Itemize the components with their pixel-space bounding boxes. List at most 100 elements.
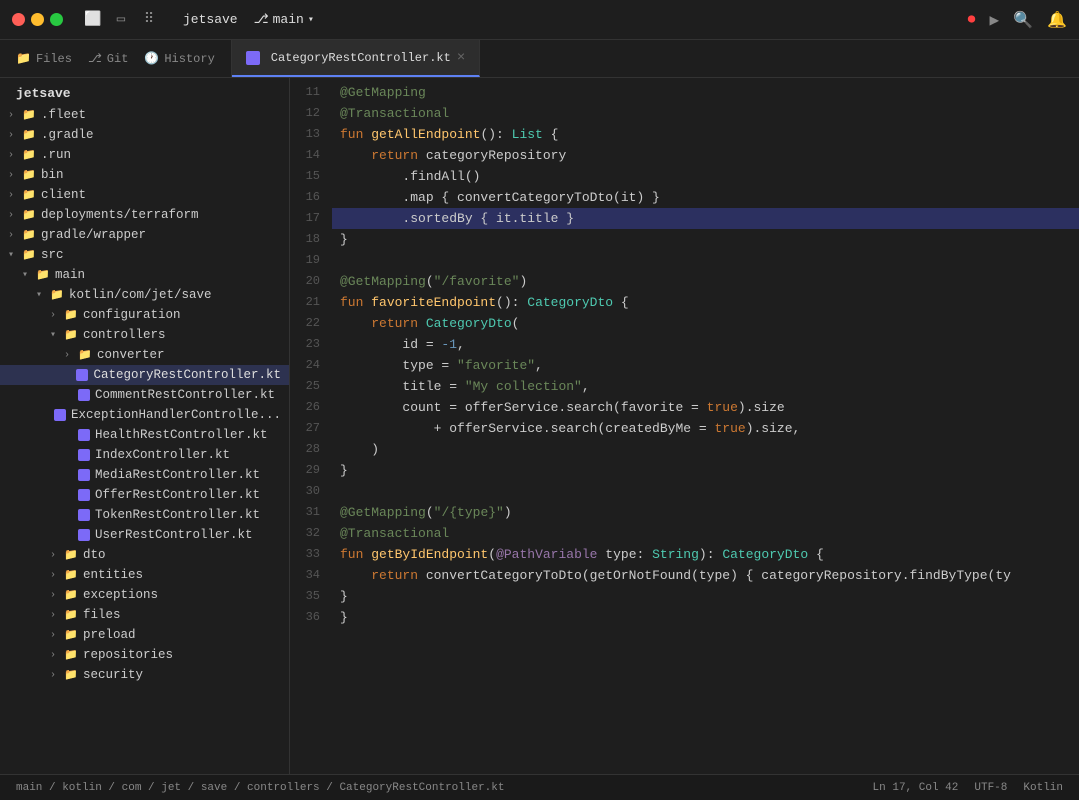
tree-item-dto[interactable]: ›📁dto: [0, 545, 289, 565]
tree-item-IndexController[interactable]: IndexController.kt: [0, 445, 289, 465]
folder-arrow: ›: [50, 630, 64, 641]
git-tab[interactable]: ⎇ Git: [88, 47, 128, 70]
git-icon: ⎇: [88, 51, 102, 66]
tree-item-run[interactable]: ›📁.run: [0, 145, 289, 165]
line-number-21: 21: [298, 292, 320, 313]
file-tabs: CategoryRestController.kt ×: [232, 40, 480, 77]
tree-item-ExceptionHandlerController[interactable]: ExceptionHandlerControlle...: [0, 405, 289, 425]
folder-icon: 📁: [78, 348, 92, 362]
tree-item-files[interactable]: ›📁files: [0, 605, 289, 625]
language: Kotlin: [1023, 782, 1063, 794]
tree-item-TokenRestController[interactable]: TokenRestController.kt: [0, 505, 289, 525]
tree-item-label: preload: [83, 628, 136, 642]
code-line-16: .map { convertCategoryToDto(it) }: [332, 187, 1079, 208]
line-number-31: 31: [298, 502, 320, 523]
bell-icon[interactable]: 🔔: [1047, 10, 1067, 30]
tree-item-client[interactable]: ›📁client: [0, 185, 289, 205]
tree-item-OfferRestController[interactable]: OfferRestController.kt: [0, 485, 289, 505]
tree-item-preload[interactable]: ›📁preload: [0, 625, 289, 645]
kt-icon: [78, 529, 90, 541]
grid-icon[interactable]: ⠿: [139, 10, 159, 30]
token: (: [488, 547, 496, 562]
tree-item-CategoryRestController[interactable]: CategoryRestController.kt: [0, 365, 289, 385]
folder-icon: 📁: [64, 568, 78, 582]
tree-item-UserRestController[interactable]: UserRestController.kt: [0, 525, 289, 545]
token: count = offerService.search(favorite =: [340, 400, 707, 415]
token: {: [808, 547, 824, 562]
tree-item-converter[interactable]: ›📁converter: [0, 345, 289, 365]
token: categoryRepository: [426, 148, 566, 163]
kt-icon: [78, 389, 90, 401]
folder-icon: 📁: [64, 608, 78, 622]
code-line-14: return categoryRepository: [332, 145, 1079, 166]
tree-item-bin[interactable]: ›📁bin: [0, 165, 289, 185]
folder-icon: 📁: [50, 288, 64, 302]
history-tab[interactable]: 🕐 History: [144, 47, 214, 70]
files-tab[interactable]: 📁 Files: [16, 47, 72, 70]
tree-item-main[interactable]: ▾📁main: [0, 265, 289, 285]
code-line-19: [332, 250, 1079, 271]
tree-item-fleet[interactable]: ›📁.fleet: [0, 105, 289, 125]
record-icon[interactable]: ⏺: [968, 11, 976, 29]
tree-item-label: CategoryRestController.kt: [93, 368, 281, 382]
window-controls: ⬜ ▭ ⠿: [83, 10, 159, 30]
token: ,: [457, 337, 465, 352]
minimize-button[interactable]: [31, 13, 44, 26]
token: id =: [340, 337, 441, 352]
close-button[interactable]: [12, 13, 25, 26]
code-line-24: type = "favorite",: [332, 355, 1079, 376]
tree-item-HealthRestController[interactable]: HealthRestController.kt: [0, 425, 289, 445]
tree-item-gradle[interactable]: ›📁.gradle: [0, 125, 289, 145]
tree-item-label: IndexController.kt: [95, 448, 230, 462]
code-content[interactable]: @GetMapping@Transactionalfun getAllEndpo…: [332, 78, 1079, 774]
folder-arrow: ›: [64, 350, 78, 361]
tree-item-deployments[interactable]: ›📁deployments/terraform: [0, 205, 289, 225]
tree-item-gradlew[interactable]: ›📁gradle/wrapper: [0, 225, 289, 245]
code-line-22: return CategoryDto(: [332, 313, 1079, 334]
folder-icon: 📁: [22, 148, 36, 162]
token: CategoryDto: [527, 295, 613, 310]
tree-item-configuration[interactable]: ›📁configuration: [0, 305, 289, 325]
folder-arrow: ▾: [22, 269, 36, 281]
tree-item-MediaRestController[interactable]: MediaRestController.kt: [0, 465, 289, 485]
kt-icon: [54, 409, 66, 421]
folder-icon: 📁: [64, 308, 78, 322]
layout-icon[interactable]: ▭: [111, 10, 131, 30]
branch-selector[interactable]: ⎇ main ▾: [254, 12, 314, 27]
close-tab-icon[interactable]: ×: [457, 51, 465, 65]
tree-item-label: bin: [41, 168, 64, 182]
token: title =: [340, 379, 465, 394]
file-tab-active[interactable]: CategoryRestController.kt ×: [232, 40, 480, 77]
folder-arrow: ›: [50, 610, 64, 621]
token: type =: [340, 358, 457, 373]
token: [340, 316, 371, 331]
folder-icon: 📁: [22, 188, 36, 202]
tree-item-repositories[interactable]: ›📁repositories: [0, 645, 289, 665]
branch-name: main: [273, 12, 304, 27]
folder-arrow: ›: [50, 310, 64, 321]
sidebar-toggle-icon[interactable]: ⬜: [83, 10, 103, 30]
tree-item-security[interactable]: ›📁security: [0, 665, 289, 685]
play-icon[interactable]: ▶: [990, 10, 1000, 30]
tree-item-entities[interactable]: ›📁entities: [0, 565, 289, 585]
line-number-34: 34: [298, 565, 320, 586]
tree-item-label: security: [83, 668, 143, 682]
tree-item-src[interactable]: ▾📁src: [0, 245, 289, 265]
search-icon[interactable]: 🔍: [1013, 10, 1033, 30]
tree-item-kotlin[interactable]: ▾📁kotlin/com/jet/save: [0, 285, 289, 305]
titlebar-actions: ⏺ ▶ 🔍 🔔: [968, 10, 1068, 30]
token: fun: [340, 127, 371, 142]
kotlin-file-icon: [246, 51, 260, 65]
folder-icon: 📁: [22, 168, 36, 182]
code-line-34: return convertCategoryToDto(getOrNotFoun…: [332, 565, 1079, 586]
maximize-button[interactable]: [50, 13, 63, 26]
file-path: main / kotlin / com / jet / save / contr…: [16, 782, 873, 794]
code-area[interactable]: 1112131415161718192021222324252627282930…: [290, 78, 1079, 774]
tree-item-CommentRestController[interactable]: CommentRestController.kt: [0, 385, 289, 405]
tree-item-exceptions[interactable]: ›📁exceptions: [0, 585, 289, 605]
line-number-16: 16: [298, 187, 320, 208]
tree-item-label: CommentRestController.kt: [95, 388, 275, 402]
code-line-17: .sortedBy { it.title }: [332, 208, 1079, 229]
tree-item-controllers[interactable]: ▾📁controllers: [0, 325, 289, 345]
token: "favorite": [457, 358, 535, 373]
